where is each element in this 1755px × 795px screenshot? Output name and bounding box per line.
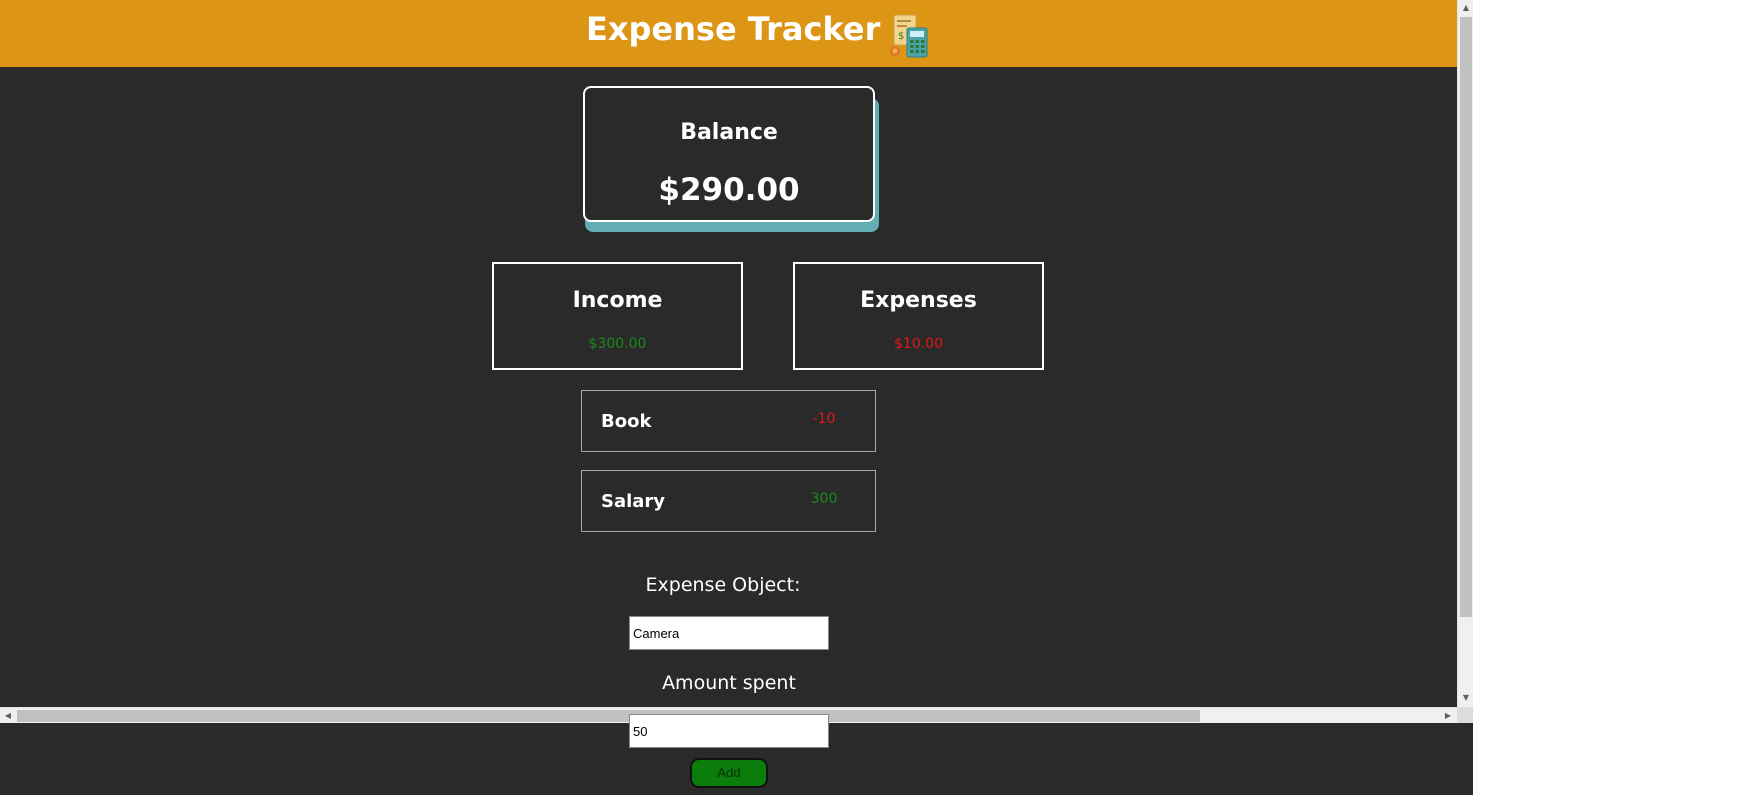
expense-object-label: Expense Object:: [645, 574, 801, 596]
overflow-area: Add: [0, 714, 1473, 795]
expense-object-input[interactable]: [629, 616, 829, 650]
transaction-row[interactable]: Book -10: [581, 390, 876, 452]
balance-card: Balance $290.00: [583, 86, 875, 222]
amount-spent-input[interactable]: [629, 714, 829, 748]
app-header: Expense Tracker $: [0, 0, 1457, 67]
app-viewport: Expense Tracker $ Balance $290.00 Income: [0, 0, 1473, 723]
income-label: Income: [572, 288, 663, 313]
page-margin: [1473, 0, 1755, 795]
balance-label: Balance: [680, 120, 778, 145]
calculator-receipt-icon: $: [890, 14, 928, 58]
app-title: Expense Tracker: [586, 10, 881, 48]
transaction-name: Book: [601, 411, 652, 432]
scrollbar-corner: [1457, 707, 1473, 723]
expenses-label: Expenses: [860, 288, 977, 313]
income-card: Income $300.00: [492, 262, 743, 370]
scroll-left-arrow-icon[interactable]: ◀: [0, 708, 16, 723]
scroll-right-arrow-icon[interactable]: ▶: [1440, 708, 1456, 723]
svg-text:$: $: [898, 31, 904, 42]
transaction-row[interactable]: Salary 300: [581, 470, 876, 532]
amount-spent-label: Amount spent: [662, 672, 796, 694]
expenses-card: Expenses $10.00: [793, 262, 1044, 370]
add-button[interactable]: Add: [690, 758, 768, 788]
transaction-amount: 300: [810, 491, 838, 507]
income-value: $300.00: [588, 336, 647, 352]
horizontal-scroll-thumb[interactable]: [17, 710, 1200, 722]
scroll-down-arrow-icon[interactable]: ▼: [1458, 690, 1473, 706]
vertical-scrollbar[interactable]: ▲ ▼: [1457, 0, 1473, 707]
transaction-amount: -10: [812, 411, 836, 427]
vertical-scroll-thumb[interactable]: [1460, 17, 1472, 617]
balance-value: $290.00: [658, 172, 800, 208]
expenses-value: $10.00: [894, 336, 943, 352]
transaction-name: Salary: [601, 491, 666, 512]
scroll-up-arrow-icon[interactable]: ▲: [1458, 0, 1473, 16]
